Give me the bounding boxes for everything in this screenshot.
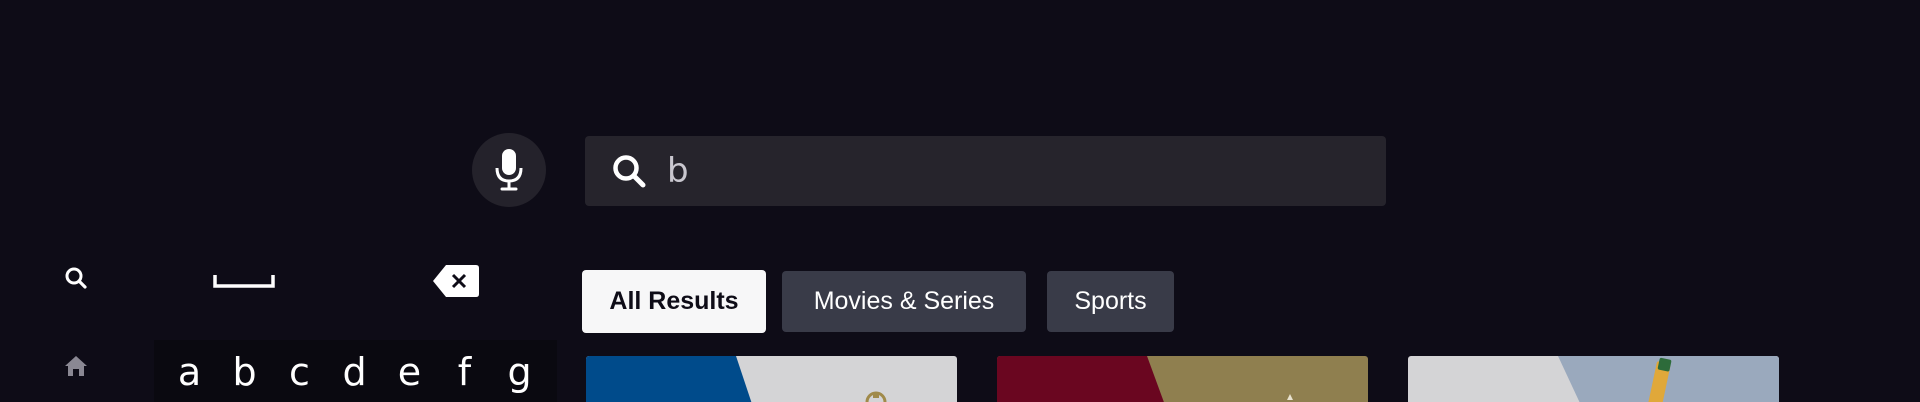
result-tile[interactable] (997, 356, 1368, 402)
search-icon (609, 151, 649, 191)
tile-artwork (997, 356, 1368, 402)
tab-sports[interactable]: Sports (1047, 271, 1174, 332)
rail-home-icon[interactable] (60, 350, 92, 382)
key-e[interactable]: e (382, 340, 437, 402)
result-tile[interactable] (1408, 356, 1779, 402)
key-g[interactable]: g (492, 340, 547, 402)
space-key[interactable] (212, 268, 276, 294)
microphone-icon (495, 149, 523, 191)
search-screen: a b c d e f g All Results Movies & Serie… (0, 0, 1920, 402)
search-bar[interactable] (585, 136, 1386, 206)
tile-artwork (586, 356, 957, 402)
search-input[interactable] (667, 151, 1307, 191)
key-a[interactable]: a (162, 340, 217, 402)
tile-artwork (1408, 356, 1779, 402)
key-b[interactable]: b (217, 340, 272, 402)
backspace-icon (433, 265, 479, 297)
tab-all-results[interactable]: All Results (582, 270, 766, 333)
keyboard-letter-row: a b c d e f g (154, 340, 557, 402)
rail-search-icon[interactable] (60, 262, 92, 294)
search-icon (65, 267, 87, 289)
tab-movies-series[interactable]: Movies & Series (782, 271, 1026, 332)
backspace-key[interactable] (432, 264, 480, 298)
result-tile[interactable] (586, 356, 957, 402)
voice-search-button[interactable] (472, 133, 546, 207)
key-d[interactable]: d (327, 340, 382, 402)
key-c[interactable]: c (272, 340, 327, 402)
space-bar-icon (213, 275, 275, 288)
key-f[interactable]: f (437, 340, 492, 402)
home-icon (65, 356, 87, 376)
